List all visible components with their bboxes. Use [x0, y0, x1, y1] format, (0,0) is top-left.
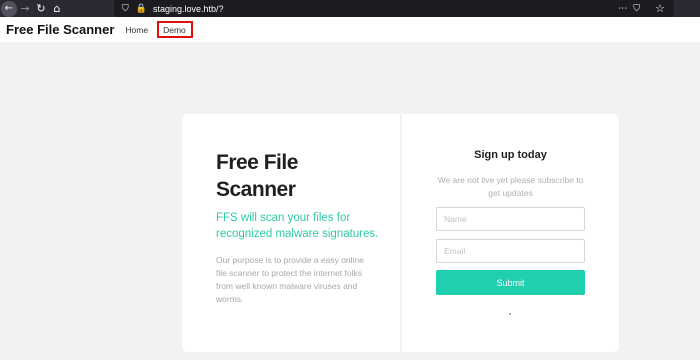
submit-button[interactable]: Submit — [436, 270, 585, 295]
hero-title: Free File Scanner — [216, 151, 298, 201]
signup-subtitle: We are not live yet please subscribe to … — [437, 175, 584, 198]
address-bar[interactable]: ⛉ 🔒 staging.love.htb/? ⋯ ⛉ — [114, 0, 674, 17]
home-icon[interactable]: ⌂ — [49, 0, 65, 17]
url-text[interactable]: staging.love.htb/? — [153, 4, 224, 14]
address-bar-actions: ⋯ ⛉ — [618, 0, 640, 17]
reload-icon[interactable]: ↻ — [33, 0, 49, 17]
hero-tagline: FFS will scan your files for recognized … — [216, 212, 379, 240]
site-navbar: Free File Scanner Home Demo — [0, 17, 700, 42]
nav-link-demo[interactable]: Demo — [157, 21, 193, 38]
lock-icon[interactable]: 🔒 — [136, 4, 147, 14]
shield-icon[interactable]: ⛉ — [122, 4, 129, 14]
site-brand[interactable]: Free File Scanner — [6, 22, 114, 37]
name-input[interactable] — [436, 207, 585, 231]
hero-description: Our purpose is to provide a easy online … — [216, 255, 364, 304]
decorative-dot — [509, 313, 511, 315]
email-input[interactable] — [436, 239, 585, 263]
signup-title: Sign up today — [474, 149, 547, 161]
nav-link-home[interactable]: Home — [125, 25, 148, 35]
pocket-icon[interactable]: ⛉ — [633, 4, 640, 14]
page-actions-icon[interactable]: ⋯ — [618, 4, 627, 14]
bookmark-star-icon[interactable]: ☆ — [655, 0, 665, 17]
forward-arrow-icon[interactable]: → — [17, 0, 33, 17]
back-arrow-icon[interactable]: ← — [1, 0, 17, 17]
